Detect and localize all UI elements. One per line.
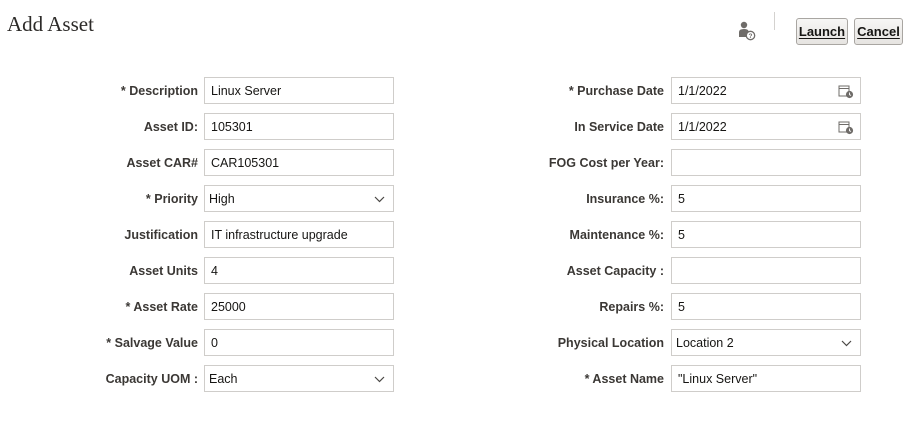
description-label: * Description [120,84,198,98]
repairs-input[interactable]: 5 [671,293,861,320]
physical-location-value: Location 2 [676,335,734,350]
capacity-uom-select[interactable]: Each [204,365,394,392]
asset-car-label: Asset CAR# [126,156,198,170]
justification-label: Justification [124,228,198,242]
in-service-date-label: In Service Date [574,120,664,134]
maintenance-label: Maintenance %: [569,228,664,242]
purchase-date-input[interactable]: 1/1/2022 [671,77,861,104]
asset-name-label: * Asset Name [584,372,664,386]
physical-location-select[interactable]: Location 2 [671,329,861,356]
cancel-button[interactable]: Cancel [854,18,903,45]
chevron-down-icon [374,376,385,383]
asset-id-input[interactable]: 105301 [204,113,394,140]
fog-cost-input[interactable] [671,149,861,176]
page-title: Add Asset [7,12,94,36]
insurance-label: Insurance %: [586,192,664,206]
toolbar-separator [774,12,775,30]
repairs-label: Repairs %: [599,300,664,314]
asset-units-input[interactable]: 4 [204,257,394,284]
asset-id-label: Asset ID: [143,120,198,134]
capacity-uom-label: Capacity UOM : [105,372,198,386]
salvage-value-input[interactable]: 0 [204,329,394,356]
purchase-date-label: * Purchase Date [568,84,664,98]
chevron-down-icon [374,196,385,203]
purchase-date-value: 1/1/2022 [678,83,727,98]
asset-rate-input[interactable]: 25000 [204,293,394,320]
salvage-value-label: * Salvage Value [106,336,198,350]
description-input[interactable]: Linux Server [204,77,394,104]
fog-cost-label: FOG Cost per Year: [548,156,664,170]
calendar-icon[interactable] [838,84,854,99]
asset-car-input[interactable]: CAR105301 [204,149,394,176]
in-service-date-value: 1/1/2022 [678,119,727,134]
asset-rate-label: * Asset Rate [125,300,199,314]
priority-select[interactable]: High [204,185,394,212]
justification-input[interactable]: IT infrastructure upgrade [204,221,394,248]
priority-label: * Priority [145,192,198,206]
launch-button[interactable]: Launch [796,18,848,45]
svg-text:?: ? [749,33,753,40]
asset-name-input[interactable]: "Linux Server" [671,365,861,392]
maintenance-input[interactable]: 5 [671,221,861,248]
priority-value: High [209,191,235,206]
physical-location-label: Physical Location [557,336,664,350]
asset-capacity-label: Asset Capacity : [566,264,664,278]
insurance-input[interactable]: 5 [671,185,861,212]
capacity-uom-value: Each [209,371,238,386]
asset-capacity-input[interactable] [671,257,861,284]
in-service-date-input[interactable]: 1/1/2022 [671,113,861,140]
asset-units-label: Asset Units [129,264,198,278]
chevron-down-icon [841,340,852,347]
user-help-icon[interactable]: ? [735,20,757,42]
calendar-icon[interactable] [838,120,854,135]
